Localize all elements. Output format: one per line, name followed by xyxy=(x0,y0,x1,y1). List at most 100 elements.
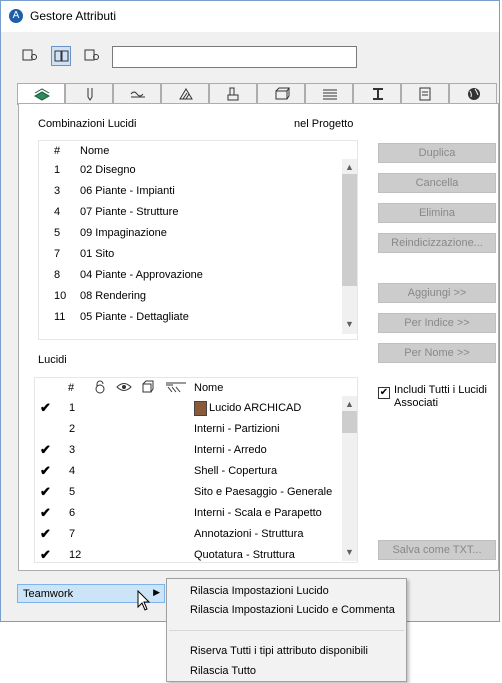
line-icon xyxy=(130,91,145,98)
search-input[interactable] xyxy=(112,46,357,68)
table-row[interactable]: 2 Interni - Partizioni xyxy=(35,419,357,440)
cancel-button[interactable]: Cancella xyxy=(378,173,496,193)
tab-fills[interactable] xyxy=(161,83,209,103)
tab-line-types[interactable] xyxy=(113,83,161,103)
tab-composites[interactable] xyxy=(257,83,305,103)
by-name-button[interactable]: Per Nome >> xyxy=(378,343,496,363)
visibility-check-icon[interactable]: ✔ xyxy=(40,526,51,542)
table-row[interactable]: ✔ 1 Lucido ARCHICAD xyxy=(35,398,357,419)
reindex-button[interactable]: Reindicizzazione... xyxy=(378,233,496,253)
menu-item-release-all[interactable]: Rilascia Tutto xyxy=(190,665,256,677)
add-button[interactable]: Aggiungi >> xyxy=(378,283,496,303)
markup-icon xyxy=(419,87,431,101)
teamwork-context-menu: Rilascia Impostazioni Lucido Rilascia Im… xyxy=(166,578,407,682)
view-left-panel-button[interactable] xyxy=(20,46,40,66)
layer-num: 12 xyxy=(69,549,82,561)
view-both-panels-button[interactable] xyxy=(51,46,71,66)
tab-pens[interactable] xyxy=(65,83,113,103)
eye-icon[interactable] xyxy=(116,380,132,394)
combination-num: 4 xyxy=(54,206,61,218)
table-row[interactable]: ✔ 3 Interni - Arredo xyxy=(35,440,357,461)
duplicate-button[interactable]: Duplica xyxy=(378,143,496,163)
layer-name: Quotatura - Struttura xyxy=(194,549,295,561)
wireframe-icon[interactable] xyxy=(141,380,155,394)
visibility-check-icon[interactable]: ✔ xyxy=(40,484,51,500)
scroll-up-icon[interactable]: ▲ xyxy=(345,162,354,172)
visibility-check-icon[interactable]: ✔ xyxy=(40,442,51,458)
combination-num: 3 xyxy=(54,185,61,197)
layers-icon xyxy=(34,88,50,101)
tab-materials[interactable] xyxy=(209,83,257,103)
combination-num: 11 xyxy=(54,311,66,323)
layer-num: 1 xyxy=(69,402,76,414)
layers-header-name: Nome xyxy=(194,382,224,394)
menu-item-reserve-all[interactable]: Riserva Tutti i tipi attributo disponibi… xyxy=(190,645,368,657)
scope-label: nel Progetto xyxy=(294,118,354,130)
list-item[interactable]: 4 07 Piante - Strutture xyxy=(39,202,357,223)
layers-scroll-thumb[interactable] xyxy=(342,411,357,433)
visibility-check-icon[interactable]: ✔ xyxy=(40,505,51,521)
layer-num: 4 xyxy=(69,465,76,477)
layers-scrollbar[interactable]: ▲ ▼ xyxy=(342,396,357,561)
combination-name: 02 Disegno xyxy=(80,164,136,176)
scroll-down-icon[interactable]: ▼ xyxy=(345,319,354,329)
list-item[interactable]: 5 09 Impaginazione xyxy=(39,223,357,244)
scroll-down-icon[interactable]: ▼ xyxy=(345,547,354,557)
intersection-group-icon[interactable] xyxy=(165,380,187,394)
table-row[interactable]: ✔ 4 Shell - Copertura xyxy=(35,461,357,482)
left-panel-icon xyxy=(22,49,37,61)
table-row[interactable]: ✔ 5 Sito e Paesaggio - Generale xyxy=(35,482,357,503)
menu-separator xyxy=(169,630,404,631)
list-item[interactable]: 8 04 Piante - Approvazione xyxy=(39,265,357,286)
combination-num: 10 xyxy=(54,290,67,302)
scroll-up-icon[interactable]: ▲ xyxy=(345,399,354,409)
combination-name: 09 Impaginazione xyxy=(80,227,167,239)
layer-num: 6 xyxy=(69,507,76,519)
view-right-panel-button[interactable] xyxy=(82,46,102,66)
tab-markup[interactable] xyxy=(401,83,449,103)
layers-list[interactable]: # Nome ✔ 1 Lucido ARCHICAD 2 Interni - Parti… xyxy=(34,377,358,563)
list-item[interactable]: 3 06 Piante - Impianti xyxy=(39,181,357,202)
delete-button[interactable]: Elimina xyxy=(378,203,496,223)
layer-num: 7 xyxy=(69,528,76,540)
menu-item-release-layer-settings[interactable]: Rilascia Impostazioni Lucido xyxy=(190,585,329,597)
combination-name: 04 Piante - Approvazione xyxy=(80,269,203,281)
visibility-check-icon[interactable]: ✔ xyxy=(40,400,51,416)
fill-icon xyxy=(179,88,193,100)
list-item[interactable]: 7 01 Sito xyxy=(39,244,357,265)
table-row[interactable]: ✔ 6 Interni - Scala e Parapetto xyxy=(35,503,357,524)
combination-name: 07 Piante - Strutture xyxy=(80,206,179,218)
combination-num: 5 xyxy=(54,227,61,239)
table-row[interactable]: ✔ 7 Annotazioni - Struttura xyxy=(35,524,357,545)
list-item[interactable]: 1 02 Disegno xyxy=(39,160,357,181)
tab-profiles[interactable] xyxy=(305,83,353,103)
combinations-scrollbar[interactable]: ▲ ▼ xyxy=(342,159,357,334)
layer-num: 2 xyxy=(69,423,76,435)
pen-icon xyxy=(87,88,93,101)
layer-name: Annotazioni - Struttura xyxy=(194,528,304,540)
lock-icon[interactable] xyxy=(93,380,107,394)
list-item[interactable]: 10 08 Rendering xyxy=(39,286,357,307)
layer-name: Interni - Scala e Parapetto xyxy=(194,507,322,519)
combination-name: 01 Sito xyxy=(80,248,115,260)
visibility-check-icon[interactable]: ✔ xyxy=(40,547,51,563)
visibility-check-icon[interactable]: ✔ xyxy=(40,463,51,479)
by-index-button[interactable]: Per Indice >> xyxy=(378,313,496,333)
combinations-scroll-thumb[interactable] xyxy=(342,174,357,286)
mouse-cursor-icon xyxy=(137,590,151,611)
save-txt-button[interactable]: Salva come TXT... xyxy=(378,540,496,560)
include-all-checkbox[interactable]: ✔ xyxy=(378,387,390,399)
combination-num: 8 xyxy=(54,269,61,281)
combination-num: 7 xyxy=(54,248,61,260)
combinations-list[interactable]: # Nome 1 02 Disegno 3 06 Piante - Impianti 4… xyxy=(38,140,358,340)
layer-name: Lucido ARCHICAD xyxy=(209,402,302,414)
tab-layers[interactable] xyxy=(17,83,65,105)
right-panel-icon xyxy=(84,49,99,61)
tab-locations[interactable] xyxy=(449,83,497,103)
menu-item-release-and-comment[interactable]: Rilascia Impostazioni Lucido e Commenta xyxy=(190,604,395,616)
combination-name: 06 Piante - Impianti xyxy=(80,185,175,197)
list-item[interactable]: 11 05 Piante - Dettagliate xyxy=(39,307,357,328)
zone-icon xyxy=(373,88,383,100)
tab-zones[interactable] xyxy=(353,83,401,103)
table-row[interactable]: ✔ 12 Quotatura - Struttura xyxy=(35,545,357,566)
